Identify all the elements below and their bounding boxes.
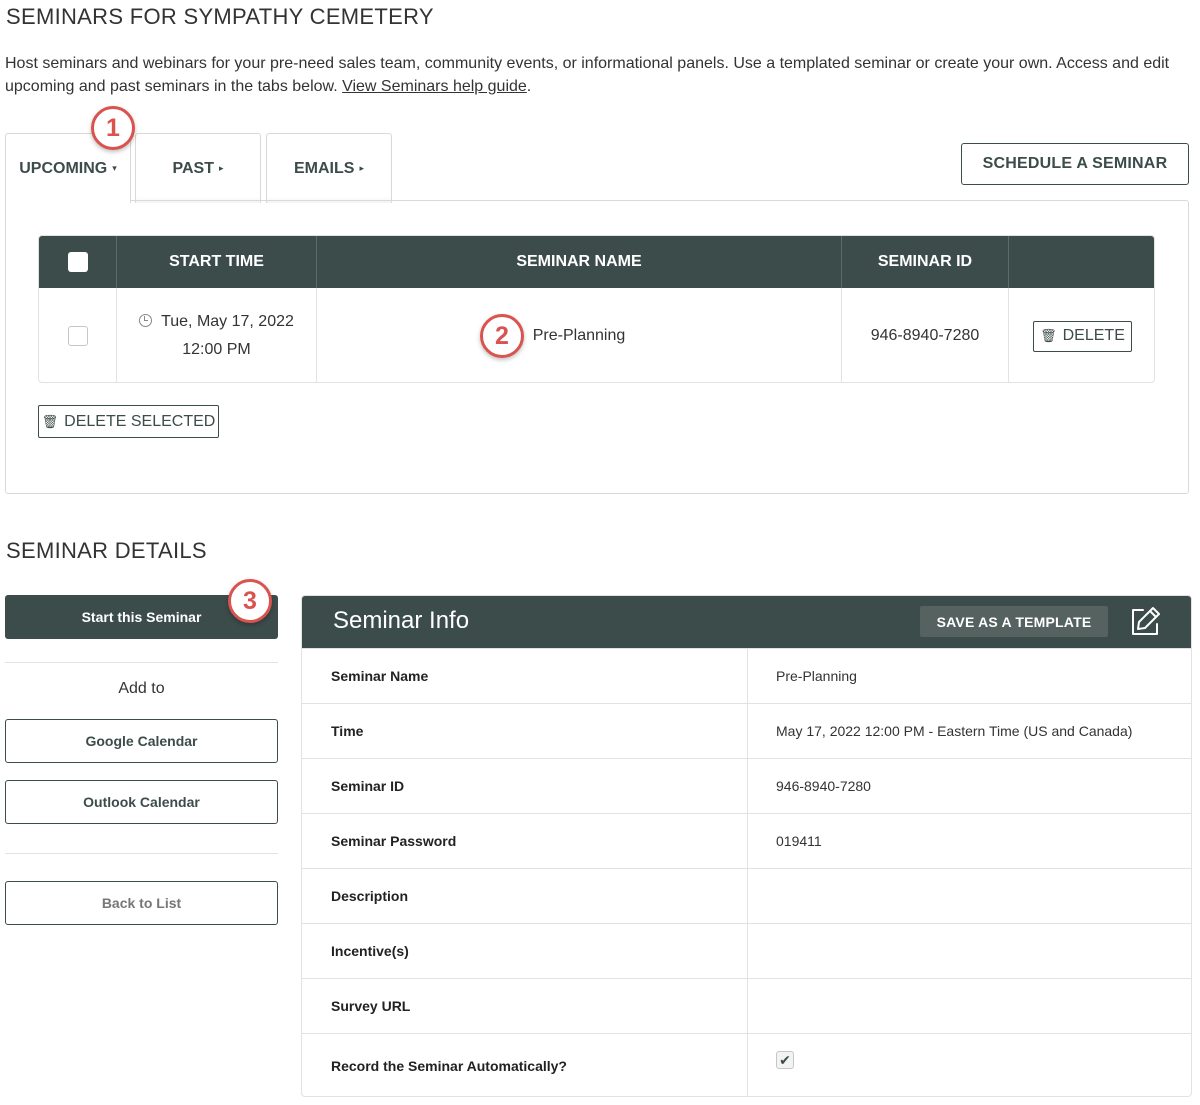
header-seminar-name[interactable]: SEMINAR NAME	[317, 236, 842, 288]
seminar-info-header: Seminar Info SAVE AS A TEMPLATE	[302, 596, 1191, 648]
info-row-seminar-id: Seminar ID 946-8940-7280	[302, 758, 1191, 813]
info-row-seminar-name: Seminar Name Pre-Planning	[302, 648, 1191, 703]
row-seminar-id: 946-8940-7280	[842, 288, 1009, 382]
back-to-list-button[interactable]: Back to List	[5, 881, 278, 925]
add-to-label: Add to	[118, 680, 165, 697]
record-automatically-checkbox[interactable]: ✔	[776, 1051, 794, 1069]
header-actions	[1009, 236, 1154, 288]
divider	[5, 853, 278, 854]
row-start-time: Tue, May 17, 2022 12:00 PM	[117, 288, 317, 382]
google-calendar-button[interactable]: Google Calendar	[5, 719, 278, 763]
schedule-seminar-button[interactable]: SCHEDULE A SEMINAR	[961, 143, 1189, 185]
select-all-checkbox[interactable]	[67, 252, 88, 272]
trash-icon: 🗑	[41, 413, 59, 429]
info-row-description: Description	[302, 868, 1191, 923]
help-guide-link[interactable]: View Seminars help guide	[342, 78, 527, 95]
seminar-info-panel: Seminar Info SAVE AS A TEMPLATE Seminar …	[301, 595, 1192, 1097]
clock-icon	[139, 314, 153, 327]
outlook-calendar-button[interactable]: Outlook Calendar	[5, 780, 278, 824]
row-seminar-name[interactable]: Pre-Planning	[317, 288, 842, 382]
delete-button[interactable]: 🗑 DELETE	[1033, 320, 1132, 352]
trash-icon: 🗑	[1040, 328, 1057, 343]
header-select-all	[39, 236, 117, 288]
tab-emails[interactable]: EMAILS ▸	[266, 133, 392, 203]
seminar-info-title: Seminar Info	[333, 607, 470, 634]
annotation-badge-2: 2	[480, 314, 524, 358]
checkmark-icon: ✔	[779, 1051, 791, 1068]
info-row-survey-url: Survey URL	[302, 978, 1191, 1033]
info-row-record-automatically: Record the Seminar Automatically? ✔	[302, 1033, 1191, 1096]
divider	[5, 662, 278, 663]
seminar-table: START TIME SEMINAR NAME SEMINAR ID Tue, …	[38, 235, 1155, 383]
edit-icon[interactable]	[1128, 605, 1162, 639]
delete-selected-button[interactable]: 🗑 DELETE SELECTED	[38, 405, 219, 438]
table-row-select	[39, 288, 117, 382]
intro-text: Host seminars and webinars for your pre-…	[5, 55, 1170, 95]
caret-right-icon: ▸	[218, 163, 224, 173]
caret-right-icon: ▸	[359, 163, 364, 173]
row-checkbox[interactable]	[67, 326, 88, 346]
seminar-details-title: SEMINAR DETAILS	[6, 538, 207, 563]
tab-past[interactable]: PAST ▸	[135, 133, 261, 203]
annotation-badge-1: 1	[91, 106, 135, 150]
caret-down-icon: ▾	[112, 163, 117, 173]
page-title: SEMINARS FOR SYMPATHY CEMETERY	[6, 4, 434, 29]
table-header: START TIME SEMINAR NAME SEMINAR ID	[39, 236, 1154, 288]
save-as-template-button[interactable]: SAVE AS A TEMPLATE	[920, 606, 1108, 637]
row-actions: 🗑 DELETE	[1009, 288, 1154, 382]
annotation-badge-3: 3	[228, 579, 272, 623]
header-start-time[interactable]: START TIME	[117, 236, 317, 288]
info-row-seminar-password: Seminar Password 019411	[302, 813, 1191, 868]
header-seminar-id[interactable]: SEMINAR ID	[842, 236, 1009, 288]
info-row-time: Time May 17, 2022 12:00 PM - Eastern Tim…	[302, 703, 1191, 758]
info-row-incentives: Incentive(s)	[302, 923, 1191, 978]
